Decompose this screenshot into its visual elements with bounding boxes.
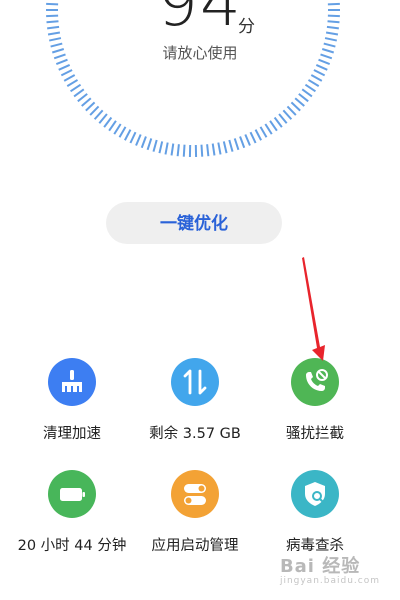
dial-tick: [146, 138, 153, 151]
dial-tick: [315, 63, 328, 71]
tool-label: 骚扰拦截: [286, 426, 344, 442]
dial-tick: [294, 97, 305, 107]
dial-tick: [108, 120, 117, 132]
dial-tick: [307, 79, 320, 88]
tool-label: 20 小时 44 分钟: [17, 538, 127, 554]
tool-label: 清理加速: [43, 426, 101, 442]
dial-tick: [70, 83, 82, 93]
score-value: 94: [157, 0, 243, 41]
tool-circle: [291, 470, 339, 518]
tool-storage[interactable]: 剩余 3.57 GB: [130, 358, 260, 443]
dial-tick: [60, 69, 73, 77]
dial-tick: [103, 116, 113, 128]
dial-tick: [233, 138, 240, 151]
dial-tick: [273, 116, 283, 128]
dial-tick: [46, 20, 59, 24]
tool-circle: [171, 358, 219, 406]
tool-virus-scan[interactable]: 病毒查杀: [250, 470, 380, 555]
tool-battery[interactable]: 20 小时 44 分钟: [7, 470, 137, 555]
dial-tick: [278, 113, 288, 124]
dial-tick: [135, 134, 142, 146]
dial-tick: [244, 134, 251, 146]
dial-tick: [129, 131, 137, 144]
dial-tick: [327, 20, 340, 24]
tool-label: 剩余 3.57 GB: [149, 426, 241, 442]
dial-tick: [298, 93, 309, 103]
watermark-logo: Bai 经验 jingyan.baidu.com: [280, 552, 380, 586]
dial-tick: [200, 144, 204, 157]
dial-tick: [228, 139, 234, 152]
dial-tick: [182, 144, 186, 157]
dial-tick: [313, 69, 326, 77]
dial-tick: [63, 74, 76, 82]
dial-tick: [118, 126, 127, 138]
dial-tick: [81, 97, 92, 107]
watermark-text: Bai 经验: [279, 556, 361, 577]
dial-tick: [327, 2, 340, 6]
dial-tick: [66, 79, 79, 88]
dial-tick: [290, 101, 301, 112]
dial-tick: [254, 129, 262, 141]
transfer-arrows-icon: [183, 369, 207, 395]
dial-tick: [113, 123, 122, 135]
optimize-button[interactable]: 一键优化: [106, 202, 282, 244]
dial-tick: [46, 2, 59, 6]
dial-tick: [124, 129, 132, 141]
tool-app-launch-manager[interactable]: 应用启动管理: [130, 470, 260, 555]
tool-circle: [48, 470, 96, 518]
shield-search-icon: [305, 482, 325, 506]
toggle-switches-icon: [184, 484, 206, 505]
dial-tick: [158, 141, 164, 154]
watermark-subtext: jingyan.baidu.com: [279, 576, 380, 586]
dial-tick: [89, 105, 100, 116]
tool-circle: [171, 470, 219, 518]
dial-tick: [269, 120, 278, 132]
tool-clean-accelerate[interactable]: 清理加速: [7, 358, 137, 443]
dial-tick: [73, 88, 85, 98]
dial-tick: [310, 74, 323, 82]
dial-tick: [152, 139, 158, 152]
dial-tick: [93, 109, 104, 120]
battery-icon: [60, 488, 85, 501]
dial-tick: [140, 136, 147, 149]
dial-tick: [259, 126, 268, 138]
dial-tick: [98, 113, 108, 124]
dial-tick: [324, 37, 337, 42]
broom-icon: [62, 370, 82, 392]
dial-tick: [222, 141, 228, 154]
dial-tick: [211, 143, 216, 156]
dial-tick: [77, 93, 88, 103]
dial-tick: [58, 63, 71, 71]
dial-tick: [282, 109, 293, 120]
dial-tick: [176, 144, 180, 157]
tool-harassment-block[interactable]: 骚扰拦截: [250, 358, 380, 443]
dial-tick: [286, 105, 297, 116]
phone-block-icon: [306, 369, 328, 391]
dial-tick: [47, 31, 61, 36]
dial-tick: [170, 143, 175, 156]
dial-tick: [206, 144, 210, 157]
dial-tick: [249, 131, 257, 144]
score-status: 请放心使用: [162, 44, 238, 62]
dial-tick: [217, 142, 222, 155]
dial-tick: [264, 123, 273, 135]
dial-tick: [85, 101, 96, 112]
tool-circle: [291, 358, 339, 406]
dial-tick: [304, 83, 316, 93]
dial-tick: [164, 142, 169, 155]
dial-tick: [46, 14, 59, 18]
tool-circle: [48, 358, 96, 406]
dial-tick: [47, 25, 60, 30]
dial-tick: [49, 37, 62, 42]
dial-tick: [239, 136, 246, 149]
score-unit: 分: [238, 17, 255, 37]
dial-tick: [301, 88, 313, 98]
dial-tick: [326, 25, 339, 30]
dial-tick: [325, 31, 339, 36]
red-arrow-icon: [302, 257, 325, 361]
dial-tick: [327, 14, 340, 18]
tool-label: 应用启动管理: [151, 538, 239, 554]
